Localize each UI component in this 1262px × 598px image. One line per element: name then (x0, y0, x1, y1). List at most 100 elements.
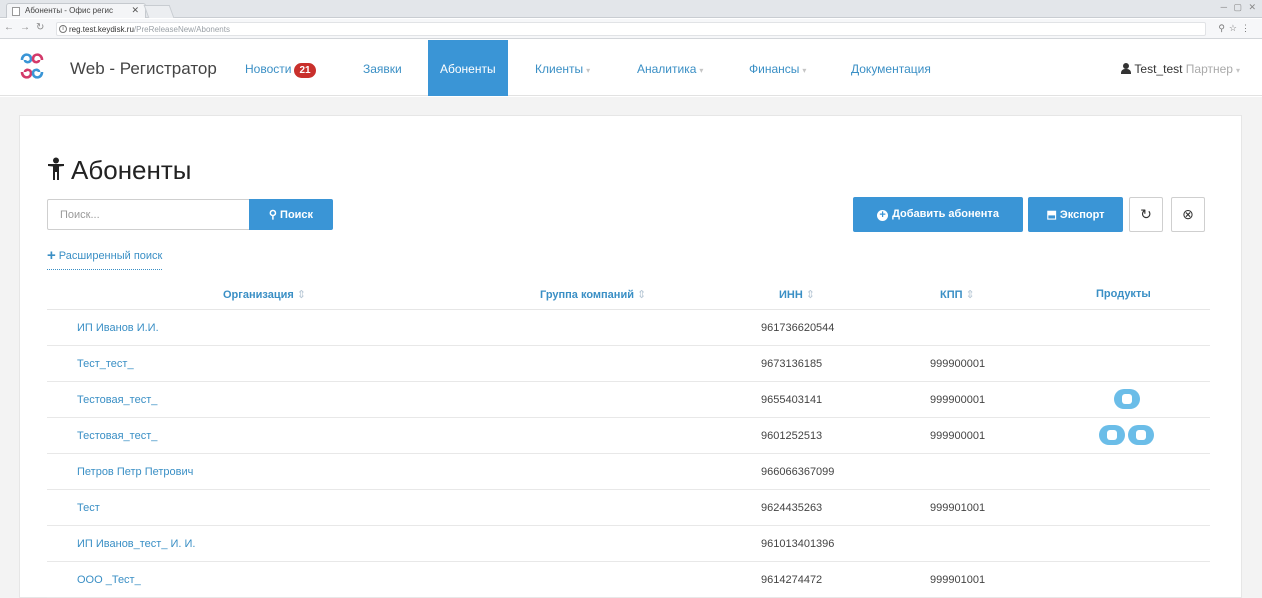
nav-analytics[interactable]: Аналитика ▾ (637, 40, 703, 96)
org-link[interactable]: ООО _Тест_ (77, 574, 141, 586)
org-link[interactable]: Тест_тест_ (77, 358, 134, 370)
sort-icon: ⇕ (805, 289, 816, 301)
table-row: ООО _Тест_ 9614274472 999901001 (47, 562, 1210, 598)
col-inn[interactable]: ИНН ⇕ (779, 288, 815, 301)
add-subscriber-button[interactable]: + Добавить абонента (853, 197, 1023, 232)
plus-circle-icon: + (877, 210, 889, 221)
new-tab-button[interactable] (143, 5, 175, 18)
add-subscriber-label: Добавить абонента (892, 208, 999, 220)
user-menu[interactable]: Test_test Партнер ▾ (1121, 62, 1240, 76)
refresh-button[interactable]: ↻ (1129, 197, 1163, 232)
page-title: Абоненты (47, 155, 191, 186)
person-icon (48, 157, 64, 180)
plus-icon: + (47, 247, 56, 264)
search-icon: ⚲ (268, 209, 277, 221)
browser-tab-strip: Абоненты - Офис регис ✕ ─ ▢ ✕ (0, 0, 1262, 18)
nav-subscribers[interactable]: Абоненты (428, 40, 508, 96)
col-kpp-label: КПП (940, 289, 963, 301)
col-inn-label: ИНН (779, 289, 803, 301)
inn-cell: 961736620544 (761, 322, 835, 334)
kpp-cell: 999900001 (930, 394, 986, 406)
window-controls[interactable]: ─ ▢ ✕ (1221, 2, 1258, 13)
nav-finance-label: Финансы (749, 62, 800, 76)
table-row: ИП Иванов И.И. 961736620544 (47, 310, 1210, 346)
forward-icon[interactable]: → (20, 22, 30, 33)
nav-finance[interactable]: Финансы ▾ (749, 40, 806, 96)
sort-icon: ⇕ (965, 289, 975, 301)
export-icon: ⬒ (1046, 209, 1057, 221)
table-row: ИП Иванов_тест_ И. И. 961013401396 (47, 526, 1210, 562)
kpp-cell: 999901001 (930, 574, 986, 586)
sort-icon: ⇕ (296, 289, 306, 301)
table-row: Петров Петр Петрович 966066367099 (47, 454, 1210, 490)
col-company-group[interactable]: Группа компаний ⇕ (540, 288, 646, 301)
nav-news-label: Новости (245, 62, 292, 76)
col-kpp[interactable]: КПП ⇕ (940, 288, 975, 301)
url-host: reg.test.keydisk.ru (69, 25, 134, 34)
url-field[interactable]: i reg.test.keydisk.ru/PreReleaseNew/Abon… (56, 22, 1206, 36)
org-link[interactable]: ИП Иванов_тест_ И. И. (77, 538, 196, 550)
inn-cell: 9601252513 (761, 430, 823, 442)
col-products: Продукты (1096, 288, 1151, 300)
inn-cell: 9614274472 (761, 574, 823, 586)
page-icon (12, 7, 20, 16)
close-circle-icon: ⊗ (1182, 206, 1194, 222)
product-badge-icon[interactable] (1128, 425, 1154, 445)
browser-tab-title: Абоненты - Офис регис (25, 6, 113, 15)
reload-icon[interactable]: ↻ (36, 22, 44, 33)
browser-toolbar-icons[interactable]: ⚲☆⋮ (1218, 23, 1254, 34)
col-organization[interactable]: Организация ⇕ (223, 288, 306, 301)
address-bar: ← → ↻ i reg.test.keydisk.ru/PreReleaseNe… (0, 19, 1262, 39)
search-input[interactable] (47, 199, 250, 230)
user-name: Test_test (1134, 62, 1183, 76)
brand-title[interactable]: Web - Регистратор (70, 59, 217, 79)
user-icon (1121, 63, 1132, 74)
reset-button[interactable]: ⊗ (1171, 197, 1205, 232)
org-link[interactable]: Петров Петр Петрович (77, 466, 193, 478)
chevron-down-icon: ▾ (802, 66, 807, 75)
export-button[interactable]: ⬒ Экспорт (1028, 197, 1123, 232)
org-link[interactable]: Тестовая_тест_ (77, 394, 157, 406)
close-tab-icon[interactable]: ✕ (131, 5, 139, 16)
inn-cell: 9624435263 (761, 502, 823, 514)
url-path: /PreReleaseNew/Abonents (133, 25, 230, 34)
col-company-group-label: Группа компаний (540, 289, 634, 301)
org-link[interactable]: Тест (77, 502, 100, 514)
browser-tab[interactable]: Абоненты - Офис регис ✕ (6, 3, 146, 18)
table-header: Организация ⇕ Группа компаний ⇕ ИНН ⇕ КПП ⇕ … (47, 279, 1210, 310)
export-button-label: Экспорт (1059, 209, 1105, 221)
nav-requests[interactable]: Заявки (363, 40, 402, 96)
table-row: Тест_тест_ 9673136185 999900001 (47, 346, 1210, 382)
product-badge-icon[interactable] (1114, 389, 1140, 409)
back-icon[interactable]: ← (4, 22, 14, 33)
inn-cell: 961013401396 (761, 538, 835, 550)
search-button[interactable]: ⚲ Поиск (249, 199, 333, 230)
info-icon[interactable]: i (59, 25, 67, 33)
inn-cell: 9673136185 (761, 358, 823, 370)
col-organization-label: Организация (223, 289, 294, 301)
inn-cell: 966066367099 (761, 466, 835, 478)
chevron-down-icon: ▾ (586, 66, 591, 75)
logo-icon (20, 53, 44, 79)
chevron-down-icon: ▾ (1235, 66, 1240, 75)
products-cell (1099, 425, 1157, 447)
kpp-cell: 999900001 (930, 358, 986, 370)
table-row: Тест 9624435263 999901001 (47, 490, 1210, 526)
nav-news[interactable]: Новости 21 (245, 40, 316, 96)
product-badge-icon[interactable] (1099, 425, 1125, 445)
page-title-text: Абоненты (71, 155, 192, 185)
org-link[interactable]: ИП Иванов И.И. (77, 322, 159, 334)
app-navbar: Web - Регистратор Новости 21 Заявки Абоне… (0, 40, 1262, 96)
nav-documentation[interactable]: Документация (851, 40, 931, 96)
nav-clients[interactable]: Клиенты ▾ (535, 40, 590, 96)
table-row: Тестовая_тест_ 9601252513 999900001 (47, 418, 1210, 454)
nav-clients-label: Клиенты (535, 62, 584, 76)
nav-requests-label: Заявки (363, 62, 402, 76)
news-count-badge: 21 (294, 63, 316, 78)
chevron-down-icon: ▾ (699, 66, 704, 75)
advanced-search-link[interactable]: + Расширенный поиск (47, 247, 163, 270)
refresh-icon: ↻ (1140, 206, 1152, 222)
kpp-cell: 999901001 (930, 502, 986, 514)
search-button-label: Поиск (280, 209, 314, 221)
org-link[interactable]: Тестовая_тест_ (77, 430, 157, 442)
